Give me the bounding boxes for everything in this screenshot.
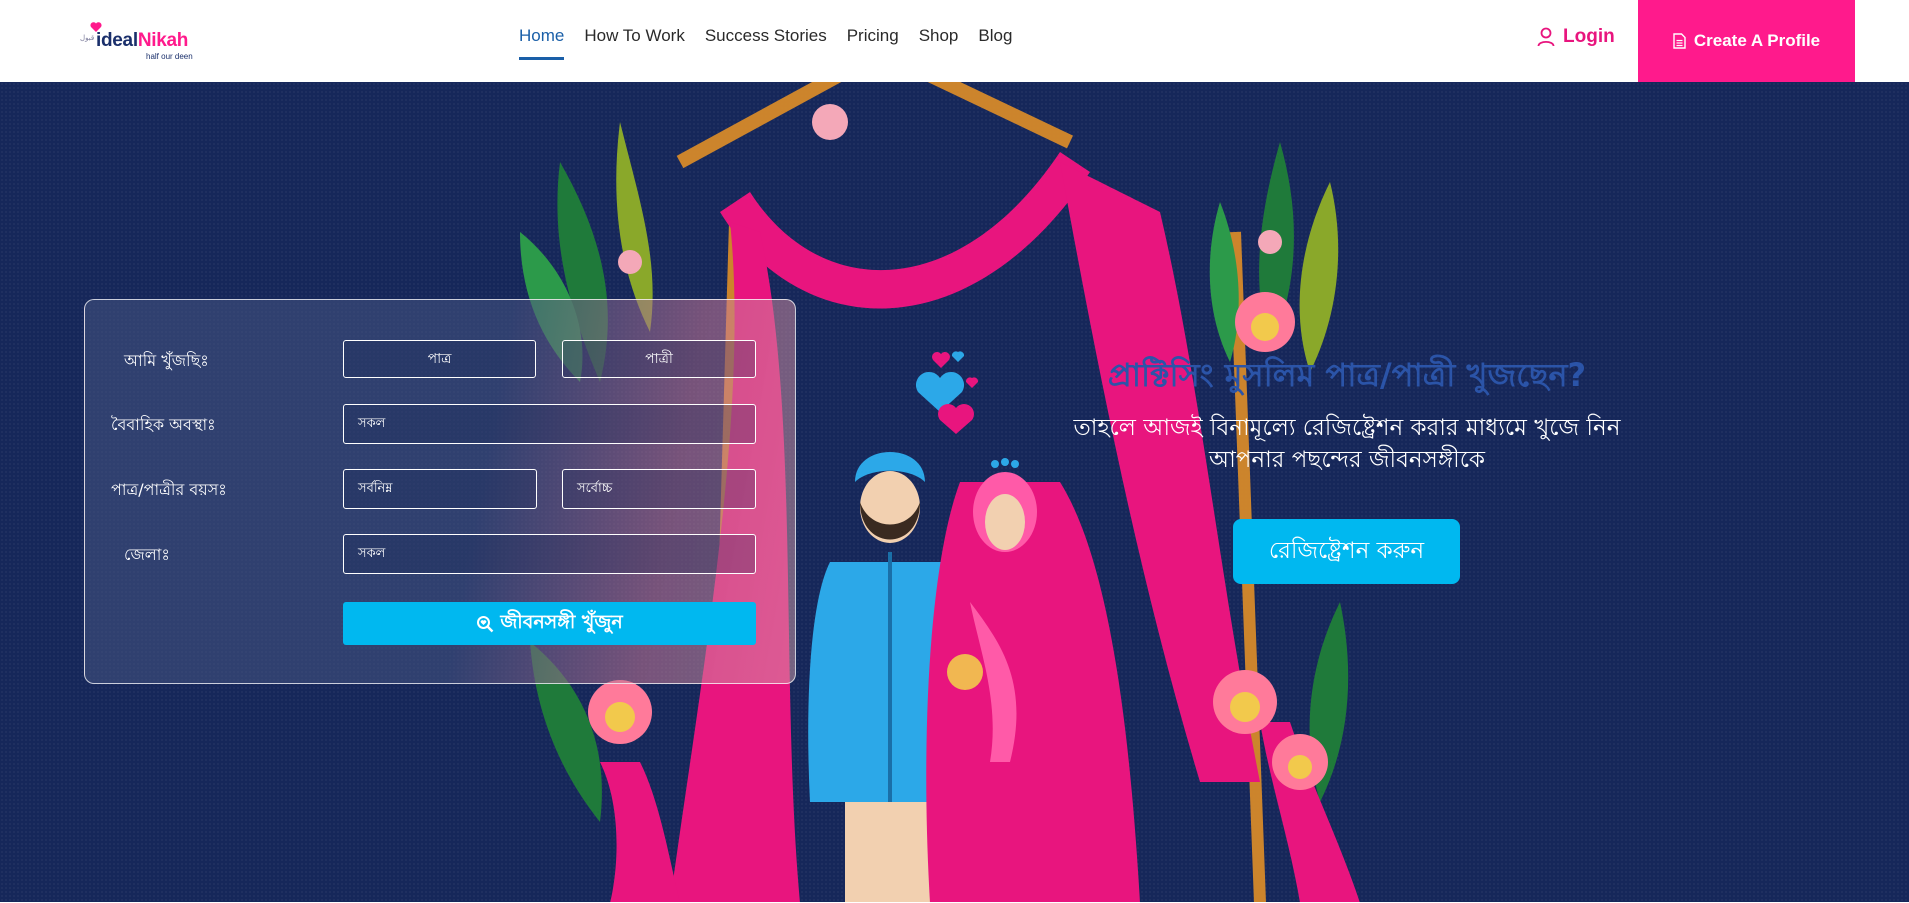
login-link[interactable]: Login (1537, 26, 1615, 48)
create-profile-button[interactable]: Create A Profile (1638, 0, 1855, 82)
document-icon (1673, 33, 1686, 49)
hero-headline: প্রাক্টিসিং মুসলিম পাত্র/পাত্রী খুজছেন? (1107, 356, 1587, 394)
hero-subline-line-1: তাহলে আজই বিনামূল্যে রেজিষ্ট্রেশন করার ম… (1073, 415, 1621, 441)
hero-subline: তাহলে আজই বিনামূল্যে রেজিষ্ট্রেশন করার ম… (1000, 412, 1694, 476)
nav-blog[interactable]: Blog (978, 26, 1012, 60)
age-min-select[interactable]: সর্বনিম্ন (343, 469, 537, 509)
district-select[interactable]: সকল (343, 534, 756, 574)
logo-mark: قبول (80, 34, 95, 42)
register-button[interactable]: রেজিষ্ট্রেশন করুন (1233, 519, 1460, 584)
marital-status-select[interactable]: সকল (343, 404, 756, 444)
partner-search-card: আমি খুঁজছিঃ পাত্র পাত্রী বৈবাহিক অবস্থাঃ… (84, 299, 796, 684)
hearts (915, 351, 979, 434)
logo-wordmark: idealNikah (96, 30, 189, 51)
login-label: Login (1563, 26, 1615, 47)
nav-how-to-work[interactable]: How To Work (584, 26, 684, 60)
nav-home[interactable]: Home (519, 26, 565, 60)
bride-figure (926, 458, 1140, 903)
find-partner-label: জীবনসঙ্গী খুঁজুন (500, 610, 623, 633)
hero-section: আমি খুঁজছিঃ পাত্র পাত্রী বৈবাহিক অবস্থাঃ… (0, 82, 1909, 903)
nav-shop[interactable]: Shop (919, 26, 959, 60)
hero-subline-line-2: আপনার পছন্দের জীবনসঙ্গীকে (1208, 447, 1486, 473)
option-groom-button[interactable]: পাত্র (343, 340, 536, 378)
age-max-select[interactable]: সর্বোচ্চ (562, 469, 756, 509)
search-heart-icon (477, 615, 494, 632)
nav-success-stories[interactable]: Success Stories (705, 26, 827, 60)
site-logo[interactable]: قبول idealNikah half our deen (80, 20, 220, 64)
option-bride-button[interactable]: পাত্রী (562, 340, 756, 378)
age-label: পাত্র/পাত্রীর বয়সঃ (111, 480, 227, 499)
district-label: জেলাঃ (124, 545, 170, 564)
marital-status-label: বৈবাহিক অবস্থাঃ (111, 415, 216, 434)
looking-for-label: আমি খুঁজছিঃ (124, 351, 209, 370)
create-profile-label: Create A Profile (1693, 31, 1821, 50)
find-partner-button[interactable]: জীবনসঙ্গী খুঁজুন (343, 602, 756, 645)
main-nav: Home How To Work Success Stories Pricing… (519, 26, 1032, 60)
user-icon (1537, 27, 1555, 47)
logo-tagline: half our deen (146, 52, 193, 61)
site-header: قبول idealNikah half our deen Home How T… (0, 0, 1909, 82)
nav-pricing[interactable]: Pricing (847, 26, 899, 60)
